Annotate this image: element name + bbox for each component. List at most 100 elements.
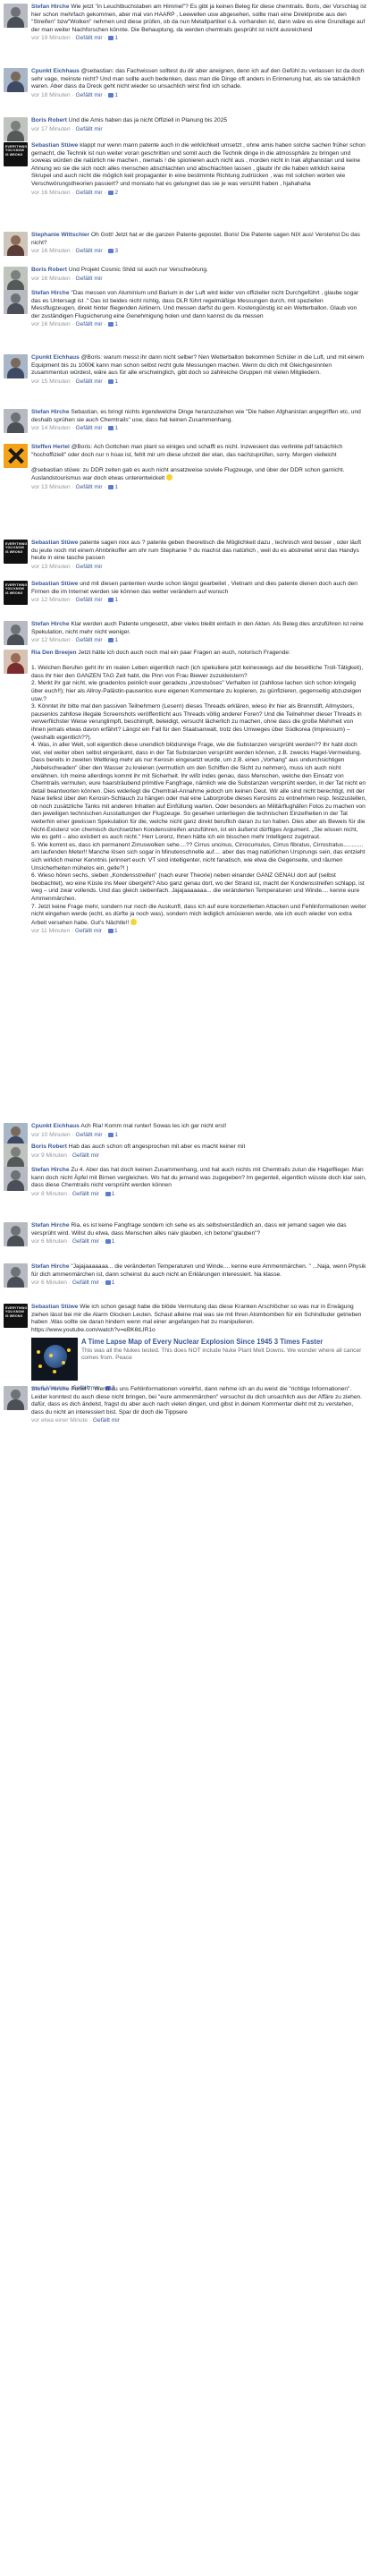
comment-author-link[interactable]: Stefan Hirche <box>31 409 70 415</box>
avatar[interactable]: EVERYTHING YOU KNOW IS WRONG <box>4 142 28 166</box>
link-preview-title[interactable]: A Time Lapse Map of Every Nuclear Explos… <box>81 1338 366 1347</box>
avatar[interactable]: EVERYTHING YOU KNOW IS WRONG <box>4 581 28 605</box>
like-link[interactable]: Gefällt mir <box>76 564 103 570</box>
comment-timestamp[interactable]: vor 14 Minuten <box>31 425 71 431</box>
comment-author-link[interactable]: Cpunkt Eichhaus <box>31 1123 80 1129</box>
like-count[interactable]: 1 <box>114 92 118 98</box>
avatar[interactable] <box>4 267 28 291</box>
avatar[interactable] <box>4 354 28 378</box>
like-link[interactable]: Gefällt mir <box>76 378 103 385</box>
like-count[interactable]: 2 <box>114 190 118 196</box>
video-thumbnail[interactable] <box>31 1338 78 1382</box>
like-count[interactable]: 1 <box>112 1238 115 1245</box>
comment-timestamp[interactable]: vor etwa einer Minute <box>31 1417 88 1424</box>
avatar[interactable] <box>4 1263 28 1288</box>
avatar[interactable] <box>4 1167 28 1191</box>
comment-timestamp[interactable]: vor 9 Minuten <box>31 1152 67 1159</box>
avatar[interactable] <box>4 117 28 141</box>
comment-author-link[interactable]: Stefan Hirche <box>31 1222 70 1228</box>
avatar[interactable]: EVERYTHING YOU KNOW IS WRONG <box>4 1304 28 1328</box>
comment-author-link[interactable]: Boris Robert <box>31 117 67 123</box>
comment-author-link[interactable]: Cpunkt Eichhaus <box>31 68 80 74</box>
comment-timestamp[interactable]: vor 12 Minuten <box>31 637 71 643</box>
comment-author-link[interactable]: Stefan Hirche <box>31 4 70 10</box>
comment-timestamp[interactable]: vor 11 Minuten <box>31 928 70 934</box>
comment-author-link[interactable]: Stefan Hirche <box>31 1167 70 1173</box>
comment-timestamp[interactable]: vor 6 Minuten <box>31 1279 67 1286</box>
like-link[interactable]: Gefällt mir <box>76 637 103 643</box>
comment-author-link[interactable]: Sebastian Stüwe <box>31 581 78 587</box>
comment-timestamp[interactable]: vor 16 Minuten <box>31 190 71 196</box>
comment-timestamp[interactable]: vor 12 Minuten <box>31 597 71 603</box>
like-count[interactable]: 1 <box>114 321 118 327</box>
comment-timestamp[interactable]: vor 15 Minuten <box>31 378 71 385</box>
like-count[interactable]: 1 <box>112 1191 115 1197</box>
comment-author-link[interactable]: Stefan Hirche <box>31 1263 70 1270</box>
avatar[interactable] <box>4 621 28 645</box>
comment-timestamp[interactable]: vor 10 Minuten <box>31 1132 71 1138</box>
like-count[interactable]: 1 <box>114 484 118 490</box>
like-link[interactable]: Gefällt mir <box>76 1132 103 1138</box>
like-link[interactable]: Gefällt mir <box>76 321 103 327</box>
like-count[interactable]: 1 <box>114 597 118 603</box>
comment-author-link[interactable]: Ria Den Breejen <box>31 650 77 656</box>
avatar[interactable]: EVERYTHING YOU KNOW IS WRONG <box>4 540 28 564</box>
like-link[interactable]: Gefällt mir <box>72 1238 99 1245</box>
comment-author-link[interactable]: Boris Robert <box>31 1143 67 1150</box>
like-link[interactable]: Gefällt mir <box>76 248 103 254</box>
avatar[interactable] <box>4 409 28 433</box>
comment-message: Wie ich schon gesagt habe die blöde Verm… <box>31 1304 362 1333</box>
like-link[interactable]: Gefällt mir <box>72 1152 99 1159</box>
avatar[interactable] <box>4 290 28 314</box>
comment-author-link[interactable]: Sebastian Stüwe <box>31 540 78 546</box>
comment-author-link[interactable]: Stefan Hirche <box>31 621 70 627</box>
like-link[interactable]: Gefällt mir <box>76 597 103 603</box>
like-count[interactable]: 1 <box>114 637 118 643</box>
like-link[interactable]: Gefällt mir <box>76 190 103 196</box>
like-count[interactable]: 3 <box>114 248 118 254</box>
comment-timestamp[interactable]: vor 16 Minuten <box>31 276 71 282</box>
like-link[interactable]: Gefällt mir <box>72 1191 99 1197</box>
like-count[interactable]: 1 <box>112 1279 115 1286</box>
like-link[interactable]: Gefällt mir <box>75 928 102 934</box>
comment-timestamp[interactable]: vor 13 Minuten <box>31 564 71 570</box>
comment-timestamp[interactable]: vor 19 Minuten <box>31 35 71 41</box>
comment-author-link[interactable]: Sebastian Stüwe <box>31 142 78 149</box>
comment-author-link[interactable]: Boris Robert <box>31 267 67 273</box>
avatar[interactable] <box>4 232 28 256</box>
comment-timestamp[interactable]: vor 16 Minuten <box>31 248 71 254</box>
like-link[interactable]: Gefällt mir <box>76 484 103 490</box>
avatar[interactable] <box>4 68 28 92</box>
comment-author-link[interactable]: Sebastian Stüwe <box>31 1304 78 1310</box>
like-count[interactable]: 1 <box>114 1132 118 1138</box>
comment-author-link[interactable]: Cpunkt Eichhaus <box>31 354 80 361</box>
like-link[interactable]: Gefällt mir <box>93 1417 120 1424</box>
avatar[interactable] <box>4 1143 28 1168</box>
comment-author-link[interactable]: Steffen Hertel <box>31 444 70 450</box>
comment-timestamp[interactable]: vor 17 Minuten <box>31 126 71 132</box>
avatar[interactable] <box>4 4 28 28</box>
like-link[interactable]: Gefällt mir <box>76 276 103 282</box>
like-count[interactable]: 1 <box>114 425 118 431</box>
like-link[interactable]: Gefällt mir <box>72 1279 99 1286</box>
avatar[interactable] <box>4 650 28 674</box>
comment-timestamp[interactable]: vor 6 Minuten <box>31 1238 67 1245</box>
avatar[interactable] <box>4 1386 28 1410</box>
link-preview[interactable]: A Time Lapse Map of Every Nuclear Explos… <box>31 1338 366 1384</box>
like-count[interactable]: 1 <box>114 35 118 41</box>
like-count[interactable]: 1 <box>114 378 118 385</box>
comment-author-link[interactable]: Stefan Hirche <box>31 290 70 296</box>
like-link[interactable]: Gefällt mir <box>76 126 103 132</box>
comment-timestamp[interactable]: vor 18 Minuten <box>31 92 71 98</box>
avatar[interactable] <box>4 1222 28 1246</box>
like-count[interactable]: 1 <box>114 928 118 934</box>
comment-timestamp[interactable]: vor 13 Minuten <box>31 484 71 490</box>
like-link[interactable]: Gefällt mir <box>76 92 103 98</box>
comment-timestamp[interactable]: vor 8 Minuten <box>31 1191 67 1197</box>
like-link[interactable]: Gefällt mir <box>76 35 103 41</box>
comment-author-link[interactable]: Stefan Hirche <box>31 1386 70 1392</box>
comment-author-link[interactable]: Stephanie Wittschier <box>31 232 89 238</box>
comment-timestamp[interactable]: vor 16 Minuten <box>31 321 71 327</box>
like-link[interactable]: Gefällt mir <box>76 425 103 431</box>
avatar[interactable] <box>4 444 28 468</box>
